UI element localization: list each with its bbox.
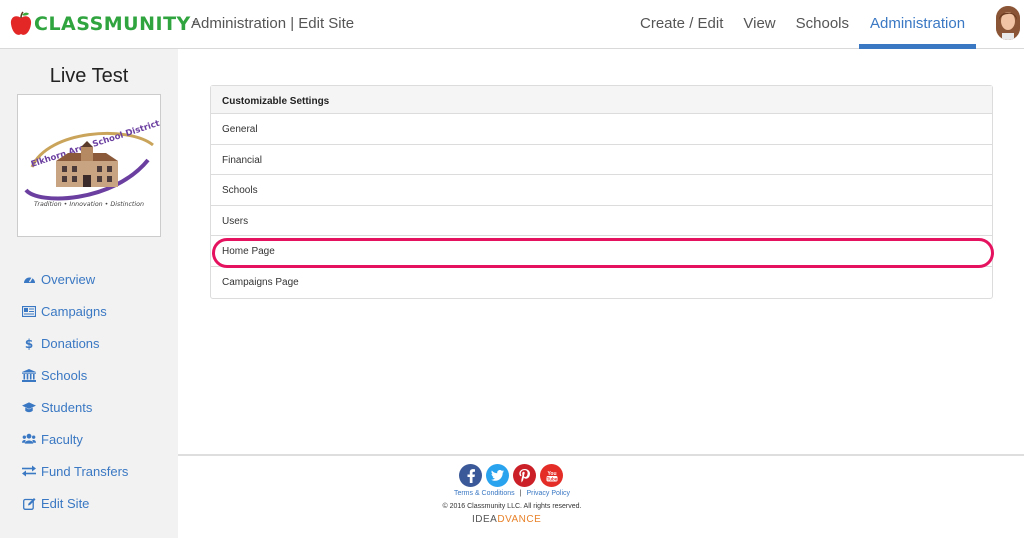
site-logo: Elkhorn Area School District Tradition •… xyxy=(17,94,161,237)
settings-panel: Customizable Settings General Financial … xyxy=(210,85,993,299)
privacy-link[interactable]: Privacy Policy xyxy=(526,490,570,497)
classmunity-logo[interactable]: CLASSMUNITY ™ xyxy=(10,10,198,38)
settings-panel-header: Customizable Settings xyxy=(211,86,992,114)
sidebar-item-students[interactable]: Students xyxy=(22,391,128,423)
dollar-icon: $ xyxy=(22,336,36,350)
terms-link[interactable]: Terms & Conditions xyxy=(454,490,515,497)
brand-part2: DVANCE xyxy=(497,514,542,525)
sidebar-item-schools[interactable]: Schools xyxy=(22,359,128,391)
apple-icon xyxy=(10,11,32,35)
facebook-icon[interactable] xyxy=(459,464,482,487)
sidebar-item-fund-transfers[interactable]: Fund Transfers xyxy=(22,455,128,487)
top-nav: Create / Edit View Schools Administratio… xyxy=(630,0,977,49)
exchange-icon xyxy=(22,464,36,478)
sidebar-item-label: Fund Transfers xyxy=(41,463,129,479)
twitter-icon[interactable] xyxy=(486,464,509,487)
sidebar-item-label: Students xyxy=(41,399,93,415)
ideadvance-logo[interactable]: IDEADVANCE xyxy=(472,514,541,525)
users-icon xyxy=(22,432,36,446)
graduation-cap-icon xyxy=(22,400,36,414)
edit-icon xyxy=(22,496,36,510)
sidebar-item-label: Edit Site xyxy=(41,495,90,511)
nav-schools[interactable]: Schools xyxy=(786,0,859,49)
sidebar-item-label: Schools xyxy=(41,367,88,383)
youtube-icon[interactable]: You Tube xyxy=(540,464,563,487)
sidebar-menu: Overview Campaigns $ Donations Schools S… xyxy=(22,263,128,519)
institution-icon xyxy=(22,368,36,382)
sidebar-item-label: Faculty xyxy=(41,431,83,447)
footer-link-separator: | xyxy=(519,490,522,497)
settings-item-financial[interactable]: Financial xyxy=(211,145,992,176)
nav-create-edit[interactable]: Create / Edit xyxy=(630,0,733,49)
svg-text:$: $ xyxy=(25,337,33,350)
copyright: © 2016 Classmunity LLC. All rights reser… xyxy=(442,503,582,510)
school-district-logo: Elkhorn Area School District Tradition •… xyxy=(24,119,161,208)
logo-text: CLASSMUNITY xyxy=(34,13,191,35)
sidebar-item-label: Campaigns xyxy=(41,303,107,319)
top-header: CLASSMUNITY ™ Administration | Edit Site… xyxy=(0,0,1024,49)
svg-text:Tube: Tube xyxy=(546,476,557,481)
sidebar-item-label: Overview xyxy=(41,271,96,287)
newspaper-icon xyxy=(22,304,36,318)
settings-item-campaigns-page[interactable]: Campaigns Page xyxy=(211,267,992,298)
sidebar-item-edit-site[interactable]: Edit Site xyxy=(22,487,128,519)
sidebar-item-campaigns[interactable]: Campaigns xyxy=(22,295,128,327)
logo-tagline: Tradition • Innovation • Distinction xyxy=(34,200,144,208)
sidebar-item-overview[interactable]: Overview xyxy=(22,263,128,295)
sidebar: Live Test Elkhorn Area School District T… xyxy=(0,49,178,538)
brand-part1: IDEA xyxy=(472,514,498,525)
nav-administration[interactable]: Administration xyxy=(859,0,977,49)
dashboard-icon xyxy=(22,272,36,286)
footer-links: Terms & Conditions | Privacy Policy xyxy=(178,490,846,497)
settings-item-home-page[interactable]: Home Page xyxy=(211,236,992,267)
sidebar-item-label: Donations xyxy=(41,335,100,351)
site-name: Live Test xyxy=(49,65,129,87)
sidebar-item-faculty[interactable]: Faculty xyxy=(22,423,128,455)
avatar[interactable] xyxy=(996,6,1020,40)
footer: You Tube Terms & Conditions | Privacy Polic… xyxy=(178,456,1024,538)
page-title: Administration | Edit Site xyxy=(191,15,355,32)
nav-view[interactable]: View xyxy=(733,0,785,49)
user-photo-icon xyxy=(996,6,1020,40)
sidebar-item-donations[interactable]: $ Donations xyxy=(22,327,128,359)
settings-item-general[interactable]: General xyxy=(211,114,992,145)
social-links: You Tube xyxy=(459,464,563,487)
main-content: Customizable Settings General Financial … xyxy=(178,49,1024,454)
settings-item-schools[interactable]: Schools xyxy=(211,175,992,206)
settings-item-users[interactable]: Users xyxy=(211,206,992,237)
pinterest-icon[interactable] xyxy=(513,464,536,487)
